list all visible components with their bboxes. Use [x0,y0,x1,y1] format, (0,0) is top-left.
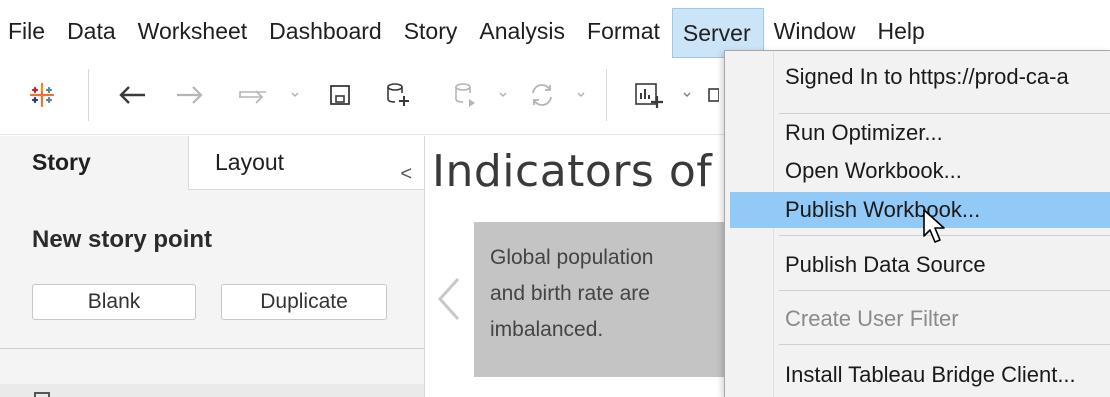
checkbox-icon[interactable] [34,392,50,397]
menu-separator [779,290,1110,291]
pause-auto-updates-icon[interactable] [446,63,486,127]
menu-dashboard[interactable]: Dashboard [259,0,394,63]
menu-signed-in[interactable]: Signed In to https://prod-ca-a [725,59,1110,95]
pane-tabs: Story Layout < [0,136,424,190]
tableau-window: File Data Worksheet Dashboard Story Anal… [0,0,1110,397]
partial-toolbar-icon[interactable] [700,63,724,127]
tableau-logo-icon[interactable] [22,63,62,127]
caption-line: and birth rate are [490,282,650,305]
new-worksheet-icon[interactable] [626,63,670,127]
blank-button[interactable]: Blank [32,284,196,320]
duplicate-button[interactable]: Duplicate [221,284,387,320]
story-title[interactable]: Indicators of [432,146,712,197]
menu-publish-data-source[interactable]: Publish Data Source [725,247,1110,283]
menu-data[interactable]: Data [57,0,128,63]
refresh-icon[interactable] [520,63,564,127]
previous-story-point-icon[interactable] [436,276,462,322]
server-menu: Signed In to https://prod-ca-a Run Optim… [724,50,1110,397]
collapse-pane-icon[interactable]: < [400,148,412,200]
caption-line: Global population [490,246,654,269]
menu-format[interactable]: Format [577,0,672,63]
new-story-point-title: New story point [32,226,213,253]
story-side-pane: Story Layout < New story point Blank Dup… [0,136,425,397]
pane-list-row[interactable] [0,384,424,397]
menu-separator [779,344,1110,345]
menu-analysis[interactable]: Analysis [469,0,577,63]
replay-icon[interactable] [232,63,280,127]
save-icon[interactable] [320,63,360,127]
menu-separator [779,113,1110,114]
undo-icon[interactable] [112,63,152,127]
new-data-source-icon[interactable] [378,63,418,127]
mouse-cursor-icon [923,209,945,243]
caption-line: imbalanced. [490,318,604,341]
menu-story[interactable]: Story [394,0,470,63]
menu-publish-workbook[interactable]: Publish Workbook... [730,192,1110,228]
menu-run-optimizer[interactable]: Run Optimizer... [725,115,1110,151]
menu-create-user-filter: Create User Filter [785,306,959,331]
tab-layout[interactable]: Layout < [188,136,424,190]
menu-install-bridge-client[interactable]: Install Tableau Bridge Client... [725,357,1110,393]
tab-layout-label: Layout [215,149,285,175]
menu-file[interactable]: File [0,0,57,63]
menu-worksheet[interactable]: Worksheet [128,0,260,63]
menu-open-workbook[interactable]: Open Workbook... [725,153,1110,189]
pane-divider [0,348,424,349]
tab-story[interactable]: Story [0,136,188,190]
redo-icon[interactable] [170,63,210,127]
story-point-caption[interactable]: Global population and birth rate are imb… [474,222,734,377]
